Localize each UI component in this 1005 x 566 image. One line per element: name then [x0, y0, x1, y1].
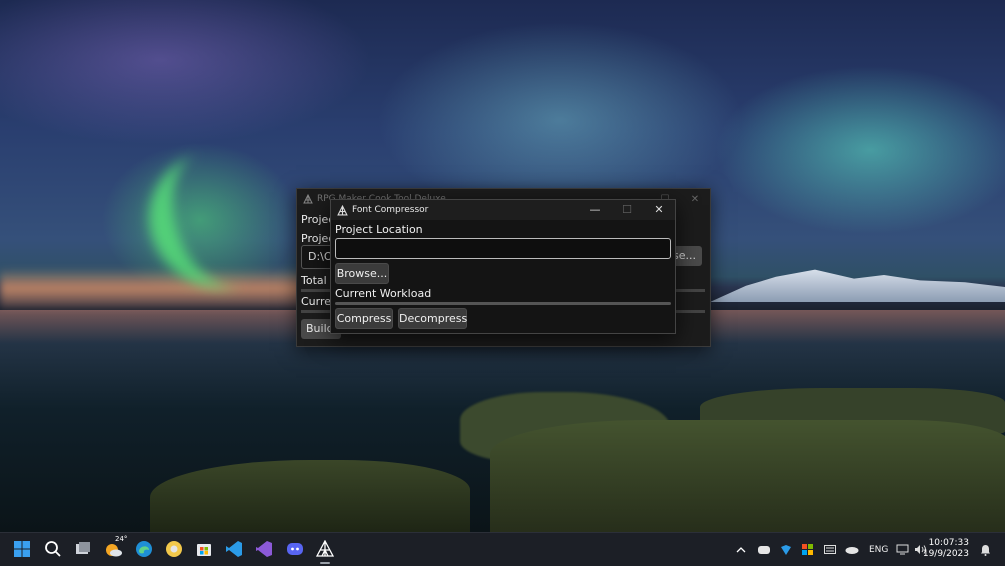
onedrive-cloud-icon[interactable]	[845, 533, 859, 566]
keyboard-tray-icon[interactable]	[824, 533, 836, 566]
task-view-icon[interactable]	[71, 537, 95, 561]
wallpaper-rocks	[150, 460, 470, 532]
taskbar: 24° ENG 10:07:33 19/9/2023	[0, 532, 1005, 566]
weather-temp: 24°	[114, 535, 129, 543]
close-button[interactable]: ✕	[643, 200, 675, 220]
app-network-icon	[337, 204, 348, 216]
browse-button[interactable]: Browse...	[335, 263, 389, 284]
discord-icon[interactable]	[283, 537, 307, 561]
close-button[interactable]: ✕	[680, 194, 710, 205]
project-location-input[interactable]	[335, 238, 671, 259]
visual-studio-icon[interactable]	[252, 537, 276, 561]
windows-start-icon[interactable]	[10, 537, 34, 561]
notification-bell-icon[interactable]	[980, 533, 991, 566]
minimize-button[interactable]: —	[579, 200, 611, 220]
show-hidden-icons-chevron-icon[interactable]	[736, 533, 746, 566]
discord-tray-icon[interactable]	[758, 533, 770, 566]
language-indicator[interactable]: ENG	[869, 533, 888, 566]
vscode-icon[interactable]	[222, 537, 246, 561]
app-grid-tray-icon[interactable]	[802, 533, 813, 566]
rpg-maker-tool-icon[interactable]	[313, 537, 337, 564]
window-titlebar[interactable]: Font Compressor — ☐ ✕	[331, 200, 675, 220]
app-network-icon	[303, 194, 313, 204]
workload-progress-bar	[335, 302, 671, 305]
clock-date: 19/9/2023	[922, 549, 969, 559]
chrome-icon[interactable]	[162, 537, 186, 561]
project-location-label: Project Location	[335, 223, 423, 236]
taskbar-clock[interactable]: 10:07:33 19/9/2023	[923, 538, 969, 560]
clock-time: 10:07:33	[928, 538, 969, 548]
desktop-wallpaper: RPG Maker Cook Tool Deluxe — ☐ ✕ Projec …	[0, 0, 1005, 532]
security-shield-icon[interactable]	[780, 533, 792, 566]
microsoft-store-icon[interactable]	[192, 537, 216, 561]
maximize-button[interactable]: ☐	[611, 200, 643, 220]
network-icon[interactable]	[896, 533, 909, 566]
font-compressor-window[interactable]: Font Compressor — ☐ ✕ Project Location B…	[330, 199, 676, 334]
search-icon[interactable]	[41, 537, 65, 561]
edge-browser-icon[interactable]	[132, 537, 156, 561]
compress-button[interactable]: Compress	[335, 308, 393, 329]
current-workload-label: Current Workload	[335, 287, 432, 300]
wallpaper-mountains	[710, 269, 1005, 302]
decompress-button[interactable]: Decompress	[398, 308, 467, 329]
wallpaper-rocks	[490, 420, 1005, 532]
weather-icon[interactable]: 24°	[102, 535, 129, 561]
window-title: Font Compressor	[352, 205, 429, 215]
